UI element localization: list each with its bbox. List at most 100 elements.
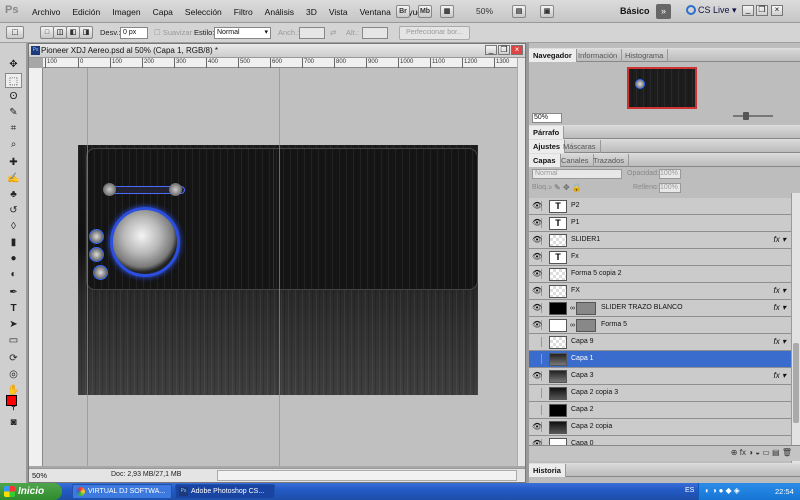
menu-capa[interactable]: Capa [147, 7, 179, 17]
doc-restore-icon[interactable]: ❐ [498, 45, 510, 55]
opacity-input[interactable]: 100% [659, 169, 681, 179]
layers-scroll-thumb[interactable] [793, 343, 799, 423]
menu-seleccion[interactable]: Selección [179, 7, 228, 17]
canvas-image[interactable] [78, 145, 478, 395]
layer-row[interactable]: 👁 FX fx ▾ [529, 283, 791, 300]
add-selection-icon[interactable]: ◫ [53, 26, 67, 39]
width-input[interactable] [299, 27, 325, 39]
tab-navegador[interactable]: Navegador [529, 49, 577, 62]
refine-edge-button[interactable]: Perfeccionar bor... [399, 26, 470, 40]
document-horizontal-scrollbar[interactable] [217, 470, 517, 481]
tab-trazados[interactable]: Trazados [589, 154, 629, 167]
navigator-zoom-input[interactable]: 50% [532, 113, 562, 123]
minimize-icon[interactable]: _ [742, 5, 754, 16]
cs-live-button[interactable]: CS Live ▾ [686, 5, 737, 16]
menu-filtro[interactable]: Filtro [228, 7, 259, 17]
layer-effects-icon[interactable]: fx ▾ [774, 235, 786, 244]
menu-vista[interactable]: Vista [323, 7, 354, 17]
new-selection-icon[interactable]: □ [40, 26, 54, 39]
layer-row[interactable]: Capa 1 [529, 351, 791, 368]
tab-mascaras[interactable]: Máscaras [559, 140, 601, 153]
layers-footer-icons[interactable]: ⊕ fx ◑ ◒ ▭ ▤ 🗑 [529, 445, 800, 461]
document-info[interactable]: Doc: 2,93 MB/27,1 MB [111, 471, 181, 478]
clone-stamp-tool-icon[interactable]: ♣ [5, 187, 22, 202]
navigator-thumbnail[interactable] [627, 67, 697, 109]
visibility-eye-icon[interactable]: 👁 [532, 201, 542, 211]
visibility-eye-icon[interactable]: 👁 [532, 269, 542, 279]
layer-row[interactable]: 👁 T P1 [529, 215, 791, 232]
tray-icons[interactable]: ◐◑●◆◈ [705, 486, 742, 495]
crop-tool-icon[interactable]: ⌗ [5, 121, 22, 136]
layer-effects-icon[interactable]: fx ▾ [774, 303, 786, 312]
blend-mode-select[interactable]: Normal [532, 169, 622, 179]
layer-row[interactable]: 👁 ∞ SLIDER TRAZO BLANCO fx ▾ [529, 300, 791, 317]
eyedropper-tool-icon[interactable]: ⌕ [5, 137, 22, 152]
layer-row[interactable]: 👁 Capa 3 fx ▾ [529, 368, 791, 385]
task-virtualdj[interactable]: VIRTUAL DJ SOFTWA... [72, 484, 172, 499]
history-brush-tool-icon[interactable]: ↺ [5, 203, 22, 218]
restore-icon[interactable]: ❐ [756, 5, 768, 16]
workspace-name[interactable]: Básico [620, 6, 650, 16]
layer-row[interactable]: Capa 9 fx ▾ [529, 334, 791, 351]
visibility-eye-icon[interactable]: 👁 [532, 303, 542, 313]
visibility-eye-icon[interactable]: 👁 [532, 422, 542, 432]
layer-effects-icon[interactable]: fx ▾ [774, 337, 786, 346]
visibility-eye-icon[interactable]: 👁 [532, 320, 542, 330]
visibility-eye-icon[interactable]: 👁 [532, 371, 542, 381]
navigator-zoom-thumb[interactable] [743, 112, 749, 120]
language-indicator[interactable]: ES [685, 487, 694, 494]
tab-informacion[interactable]: Información [574, 49, 623, 62]
intersect-selection-icon[interactable]: ◨ [79, 26, 93, 39]
visibility-eye-icon[interactable]: 👁 [532, 218, 542, 228]
layer-row[interactable]: 👁 T Fx [529, 249, 791, 266]
quick-mask-icon[interactable]: ◙ [5, 415, 22, 430]
task-photoshop[interactable]: Ps Adobe Photoshop CS... [175, 484, 275, 499]
navigator-zoom-slider[interactable] [733, 115, 773, 117]
layer-row[interactable]: 👁 Capa 2 copia [529, 419, 791, 436]
layer-row[interactable]: 👁 SLIDER1 fx ▾ [529, 232, 791, 249]
visibility-eye-icon[interactable] [532, 388, 542, 398]
menu-analisis[interactable]: Análisis [259, 7, 300, 17]
feather-input[interactable]: 0 px [120, 27, 148, 39]
arrange-icon[interactable]: ▤ [512, 5, 526, 18]
brush-tool-icon[interactable]: ✍ [5, 171, 22, 186]
tab-capas[interactable]: Capas [529, 154, 561, 167]
quick-selection-tool-icon[interactable]: ✎ [5, 105, 22, 120]
layer-effects-icon[interactable]: fx ▾ [774, 286, 786, 295]
dodge-tool-icon[interactable]: ◐ [5, 267, 22, 282]
menu-edicion[interactable]: Edición [66, 7, 106, 17]
layer-row[interactable]: 👁 ∞ Forma 5 [529, 317, 791, 334]
zoom-level[interactable]: 50% [476, 6, 493, 16]
layer-effects-icon[interactable]: fx ▾ [774, 371, 786, 380]
visibility-eye-icon[interactable] [532, 337, 542, 347]
guide-line[interactable] [279, 68, 280, 466]
antialias-checkbox[interactable]: ☐ Suavizar [154, 28, 192, 37]
marquee-tool-preset-icon[interactable]: ⬚ [6, 26, 24, 39]
3d-rotate-tool-icon[interactable]: ⟳ [5, 351, 22, 366]
blur-tool-icon[interactable]: ● [5, 251, 22, 266]
gradient-tool-icon[interactable]: ▮ [5, 235, 22, 250]
lasso-tool-icon[interactable]: ʘ [5, 89, 22, 104]
eraser-tool-icon[interactable]: ◊ [5, 219, 22, 234]
swap-icon[interactable]: ⇄ [330, 28, 336, 37]
close-icon[interactable]: × [771, 5, 783, 16]
subtract-selection-icon[interactable]: ◧ [66, 26, 80, 39]
minibridge-icon[interactable]: Mb [418, 5, 432, 18]
height-input[interactable] [362, 27, 388, 39]
layer-row[interactable]: Capa 2 copia 3 [529, 385, 791, 402]
3d-orbit-tool-icon[interactable]: ◎ [5, 367, 22, 382]
pen-tool-icon[interactable]: ✒ [5, 285, 22, 300]
marquee-tool-icon[interactable]: ⬚ [5, 73, 22, 88]
layer-row[interactable]: 👁 Forma 5 copia 2 [529, 266, 791, 283]
tab-parrafo[interactable]: Párrafo [529, 126, 565, 139]
fill-input[interactable]: 100% [659, 183, 681, 193]
visibility-eye-icon[interactable]: 👁 [532, 235, 542, 245]
tab-histograma[interactable]: Histograma [621, 49, 669, 62]
start-button[interactable]: Inicio [0, 483, 62, 500]
bridge-icon[interactable]: Br [396, 5, 410, 18]
healing-brush-tool-icon[interactable]: ✚ [5, 155, 22, 170]
tab-historia[interactable]: Historia [529, 464, 566, 477]
layers-scrollbar[interactable] [791, 193, 800, 465]
screen-mode-icon[interactable]: ▣ [540, 5, 554, 18]
workspace-expand-icon[interactable]: » [656, 4, 671, 19]
